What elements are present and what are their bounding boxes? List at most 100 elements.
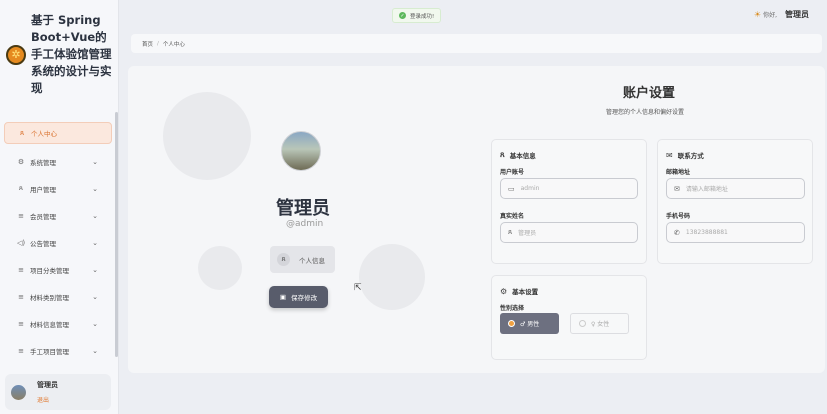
decor-circle [359, 244, 425, 310]
username-value: admin [520, 185, 540, 192]
personal-info-button[interactable]: ጸ 个人信息 [270, 246, 335, 273]
id-card-icon: ▭ [508, 184, 515, 193]
sidebar-item[interactable]: ≡ 会员管理 ⌄ [4, 202, 112, 229]
mail-icon: ✉ [666, 150, 673, 160]
sidebar-item[interactable]: ≡ 材料类别管理 ⌄ [4, 283, 112, 310]
sidebar-item[interactable]: ጸ 个人中心 [4, 122, 112, 144]
sidebar-item-label: 会员管理 [30, 212, 56, 221]
chevron-down-icon[interactable]: ⌄ [92, 266, 98, 274]
chevron-down-icon[interactable]: ⌄ [92, 320, 98, 328]
sun-icon: ☀ [753, 10, 762, 19]
chevron-down-icon[interactable]: ⌄ [92, 158, 98, 166]
brand-title: 基于 Spring Boot+Vue的手工体验馆管理系统的设计与实现 [31, 13, 112, 95]
basic-settings-heading: ⚙ 基本设置 [500, 286, 539, 297]
user-name: 管理员 [37, 381, 58, 389]
gender-female-option[interactable]: ♀ 女性 [570, 313, 629, 334]
list-icon: ≡ [18, 211, 24, 220]
sidebar-item[interactable]: ≡ 手工项目管理 ⌄ [4, 337, 112, 364]
sidebar-item-label: 用户管理 [30, 185, 56, 194]
logo-icon: ✲ [6, 44, 26, 65]
sidebar-item-label: 手工项目管理 [30, 347, 69, 356]
profile-handle: @admin [286, 219, 324, 229]
chevron-down-icon[interactable]: ⌄ [92, 347, 98, 355]
profile-avatar[interactable] [281, 131, 321, 171]
mouse-cursor-icon: ⇱ [354, 283, 362, 293]
sidebar: ✲ 基于 Spring Boot+Vue的手工体验馆管理系统的设计与实现 ጸ 个人… [0, 0, 119, 414]
save-label: 保存修改 [291, 294, 318, 302]
chevron-down-icon[interactable]: ⌄ [92, 239, 98, 247]
page-title: 账户设置 [623, 86, 676, 101]
check-circle-icon: ✓ [399, 12, 406, 19]
user-icon: ጸ [277, 253, 290, 266]
male-label: ♂ 男性 [520, 321, 540, 328]
megaphone-icon: ◁) [16, 238, 26, 247]
breadcrumb: 首页 / 个人中心 [131, 34, 822, 53]
chevron-down-icon[interactable]: ⌄ [92, 212, 98, 220]
breadcrumb-home[interactable]: 首页 [142, 40, 153, 48]
realname-label: 真实姓名 [500, 213, 525, 220]
sidebar-item[interactable]: ⚙ 系统管理 ⌄ [4, 148, 112, 175]
chevron-down-icon[interactable]: ⌄ [92, 185, 98, 193]
list-icon: ≡ [18, 292, 24, 301]
decor-circle [198, 246, 242, 290]
list-icon: ≡ [18, 265, 24, 274]
brand: ✲ 基于 Spring Boot+Vue的手工体验馆管理系统的设计与实现 [6, 12, 114, 97]
gear-icon: ⚙ [17, 157, 25, 166]
avatar[interactable] [11, 384, 26, 400]
logout-link[interactable]: 退出 [37, 395, 58, 404]
sidebar-item[interactable]: ≡ 项目分类管理 ⌄ [4, 256, 112, 283]
save-button[interactable]: ▣ 保存修改 [269, 286, 328, 308]
female-label: ♀ 女性 [591, 321, 610, 328]
gender-label: 性别选择 [500, 305, 525, 312]
gender-male-option[interactable]: ♂ 男性 [500, 313, 559, 334]
username-field[interactable]: ▭ admin [500, 178, 638, 199]
account-settings-card: 账户设置 管理您的个人信息和偏好设置 管理员 @admin ጸ 个人信息 ▣ 保… [128, 66, 825, 373]
header-user-name[interactable]: 管理员 [785, 9, 809, 20]
realname-field[interactable]: ጸ 管理员 [500, 222, 638, 243]
list-icon: ≡ [18, 346, 24, 355]
chevron-down-icon[interactable]: ⌄ [92, 293, 98, 301]
sidebar-item[interactable]: ◁) 公告管理 ⌄ [4, 229, 112, 256]
phone-label: 手机号码 [666, 213, 691, 220]
basic-info-heading: ጸ 基本信息 [500, 150, 536, 160]
realname-value: 管理员 [518, 230, 537, 237]
sidebar-item[interactable]: ≡ 材料信息管理 ⌄ [4, 310, 112, 337]
sidebar-item-label: 材料信息管理 [30, 320, 69, 329]
contact-heading: ✉ 联系方式 [666, 150, 704, 161]
mail-icon: ✉ [674, 184, 680, 193]
user-icon: ጸ [508, 228, 513, 236]
basic-settings-title: 基本设置 [512, 288, 539, 296]
email-label: 邮箱地址 [666, 169, 691, 176]
toast-message: 登录成功! [410, 13, 435, 20]
profile-name: 管理员 [276, 198, 330, 219]
save-icon: ▣ [279, 293, 287, 301]
sidebar-item-label: 项目分类管理 [30, 266, 69, 275]
breadcrumb-current: 个人中心 [162, 41, 185, 48]
basic-info-title: 基本信息 [509, 152, 536, 160]
phone-icon: ✆ [674, 228, 680, 237]
sidebar-scrollbar[interactable] [115, 112, 118, 357]
email-placeholder: 请输入邮箱地址 [685, 186, 728, 193]
sidebar-item-label: 个人中心 [31, 130, 57, 138]
users-icon: ጰ [18, 184, 24, 192]
page-subtitle: 管理您的个人信息和偏好设置 [606, 109, 685, 116]
sidebar-user-card: 管理员 退出 [5, 374, 111, 410]
list-icon: ≡ [18, 319, 24, 328]
sidebar-item-label: 公告管理 [30, 239, 56, 248]
phone-field[interactable]: ✆ 13823888881 [666, 222, 805, 243]
basic-settings-panel: ⚙ 基本设置 性别选择 ♂ 男性 ♀ 女性 [491, 275, 647, 360]
sidebar-menu: ጸ 个人中心 ⚙ 系统管理 ⌄ ጰ 用户管理 ⌄ ≡ 会员管理 ⌄ ◁) 公告管理 ⌄ ≡ 项目分类管理 ⌄ ≡ 材… [0, 122, 116, 364]
person-icon: ጸ [19, 128, 25, 137]
email-field[interactable]: ✉ 请输入邮箱地址 [666, 178, 805, 199]
sidebar-item-label: 系统管理 [30, 158, 56, 167]
contact-panel: ✉ 联系方式 邮箱地址 ✉ 请输入邮箱地址 手机号码 ✆ 13823888881 [657, 139, 813, 264]
sidebar-item[interactable]: ጰ 用户管理 ⌄ [4, 175, 112, 202]
success-toast: ✓ 登录成功! [392, 8, 442, 23]
radio-selected-icon [508, 320, 515, 327]
contact-title: 联系方式 [677, 152, 704, 160]
user-icon: ጸ [500, 150, 505, 159]
greeting-text: 你好, [763, 12, 777, 19]
header-greeting: ☀ 你好, 管理员 [754, 9, 809, 20]
phone-value: 13823888881 [685, 229, 728, 236]
basic-info-panel: ጸ 基本信息 用户账号 ▭ admin 真实姓名 ጸ 管理员 [491, 139, 647, 264]
